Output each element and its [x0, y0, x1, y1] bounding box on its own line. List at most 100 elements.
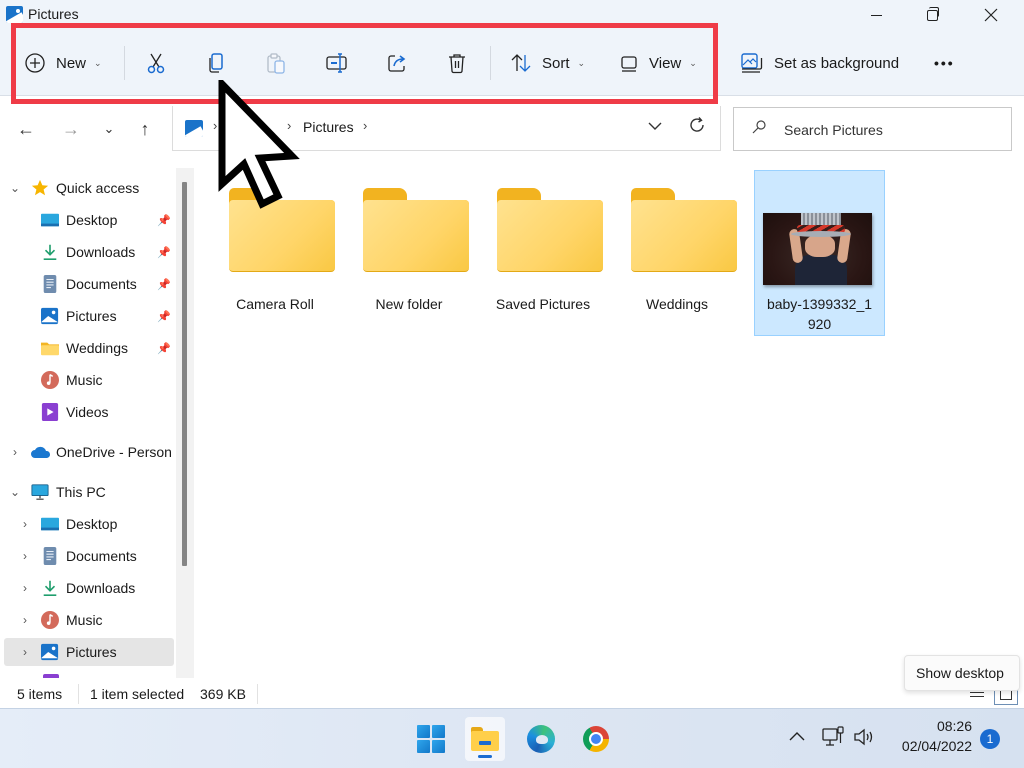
window-title: Pictures	[28, 6, 79, 22]
folder-item[interactable]: New folder	[344, 170, 474, 336]
item-name-line-1: baby-1399332_1	[766, 296, 873, 312]
delete-button[interactable]	[446, 46, 468, 80]
folder-item[interactable]: Camera Roll	[210, 170, 340, 336]
search-icon	[752, 120, 766, 134]
sidebar-item-label: Documents	[66, 276, 137, 292]
start-button[interactable]	[411, 717, 451, 761]
show-hidden-icons-button[interactable]	[789, 728, 805, 746]
copy-button[interactable]	[205, 46, 227, 80]
sidebar-item-label: Pictures	[66, 308, 117, 324]
item-name: Weddings	[645, 296, 708, 312]
sidebar-item-label: Desktop	[66, 212, 118, 228]
search-placeholder: Search Pictures	[784, 122, 883, 138]
network-button[interactable]	[822, 726, 846, 753]
notification-badge[interactable]: 1	[980, 729, 1000, 749]
sidebar-item-quick-access[interactable]: ⌄ Quick access	[0, 174, 174, 202]
sidebar-item-this-pc[interactable]: ⌄ This PC	[0, 478, 174, 506]
pin-icon: 📌	[157, 278, 171, 291]
share-icon	[388, 55, 406, 72]
breadcrumb-separator[interactable]: ›	[363, 118, 367, 133]
view-button[interactable]: View ⌄	[619, 46, 697, 80]
sidebar-item-pc-documents[interactable]: › Documents	[0, 542, 174, 570]
sidebar-item-pc-music[interactable]: › Music	[0, 606, 174, 634]
up-button[interactable]: ↑	[132, 116, 158, 142]
search-input[interactable]: Search Pictures	[733, 107, 1012, 151]
sidebar-item-music[interactable]: Music	[0, 366, 174, 394]
more-icon: •••	[934, 55, 955, 71]
videos-icon	[41, 403, 59, 421]
new-label: New	[56, 54, 87, 72]
status-size: 369 KB	[200, 686, 246, 702]
status-item-count: 5 items	[17, 686, 63, 702]
forward-button[interactable]: →	[58, 116, 84, 142]
breadcrumb-pictures[interactable]: Pictures	[303, 119, 354, 135]
folder-icon	[229, 188, 335, 272]
folder-item[interactable]: Weddings	[612, 170, 742, 336]
file-explorer-icon	[471, 727, 499, 751]
downloads-icon	[43, 580, 57, 597]
sidebar-item-pictures[interactable]: Pictures 📌	[0, 302, 174, 330]
sidebar-item-onedrive[interactable]: › OneDrive - Person	[0, 438, 174, 466]
this-pc-icon	[31, 484, 49, 500]
cut-button[interactable]	[145, 46, 167, 80]
cut-icon	[147, 53, 165, 74]
item-name: baby-1399332_1 920	[755, 294, 884, 334]
sidebar-item-label: Weddings	[66, 340, 129, 356]
network-icon	[822, 726, 844, 746]
chrome-icon	[583, 726, 609, 752]
recent-locations-button[interactable]: ⌄	[96, 116, 122, 142]
sidebar-item-pc-desktop[interactable]: › Desktop	[0, 510, 174, 538]
star-icon	[31, 179, 49, 196]
videos-icon	[43, 674, 59, 678]
sidebar-item-weddings[interactable]: Weddings 📌	[0, 334, 174, 362]
paste-button[interactable]	[265, 46, 287, 80]
show-desktop-tooltip: Show desktop	[904, 655, 1020, 691]
chevron-down-icon: ⌄	[9, 181, 21, 195]
sidebar-item-pc-downloads[interactable]: › Downloads	[0, 574, 174, 602]
taskbar-chrome[interactable]	[576, 717, 616, 761]
sort-label: Sort	[542, 54, 570, 72]
sidebar-item-desktop[interactable]: Desktop 📌	[0, 206, 174, 234]
close-button[interactable]	[968, 0, 1014, 30]
taskbar-file-explorer[interactable]	[465, 717, 505, 761]
sidebar-item-downloads[interactable]: Downloads 📌	[0, 238, 174, 266]
address-dropdown-button[interactable]	[648, 118, 662, 134]
new-button[interactable]: New ⌄	[24, 46, 102, 80]
desktop-icon	[41, 213, 59, 227]
chevron-down-icon: ⌄	[577, 57, 586, 68]
sidebar-item-pc-pictures[interactable]: › Pictures	[4, 638, 174, 666]
pictures-app-icon	[6, 6, 23, 23]
view-icon	[621, 56, 637, 72]
sidebar-item-label: Documents	[66, 548, 137, 564]
sidebar-item-documents[interactable]: Documents 📌	[0, 270, 174, 298]
image-file-item[interactable]: baby-1399332_1 920	[754, 170, 885, 336]
set-as-background-button[interactable]: Set as background	[740, 46, 899, 80]
breadcrumb-this-pc[interactable]: C	[253, 119, 263, 135]
item-name: Camera Roll	[236, 296, 314, 312]
sort-button[interactable]: Sort ⌄	[510, 46, 585, 80]
minimize-button[interactable]	[853, 0, 899, 30]
sidebar-item-label: Downloads	[66, 244, 136, 260]
sidebar-item-videos[interactable]: Videos	[0, 398, 174, 426]
active-app-indicator	[478, 755, 492, 758]
item-name: Saved Pictures	[495, 296, 591, 312]
sidebar-scrollbar-thumb[interactable]	[182, 182, 187, 566]
back-button[interactable]: ←	[13, 116, 39, 142]
file-explorer-window: Pictures New ⌄ Sort ⌄ View ⌄ Set as back…	[0, 0, 1024, 708]
address-bar[interactable]: › C › Pictures ›	[172, 106, 721, 151]
clock-time[interactable]: 08:26	[920, 718, 972, 734]
volume-button[interactable]	[853, 728, 875, 751]
restore-button[interactable]	[909, 0, 955, 30]
share-button[interactable]	[386, 46, 408, 80]
taskbar-edge[interactable]	[521, 717, 561, 761]
refresh-button[interactable]	[688, 116, 706, 140]
sidebar-item-label: Videos	[66, 404, 109, 420]
status-selection: 1 item selected	[90, 686, 185, 702]
set-background-icon	[741, 53, 763, 73]
more-options-button[interactable]: •••	[934, 46, 955, 80]
folder-item[interactable]: Saved Pictures	[478, 170, 608, 336]
clock-date[interactable]: 02/04/2022	[880, 738, 972, 754]
forward-arrow-icon: →	[62, 118, 80, 139]
close-icon	[984, 8, 998, 22]
rename-button[interactable]	[325, 46, 349, 80]
